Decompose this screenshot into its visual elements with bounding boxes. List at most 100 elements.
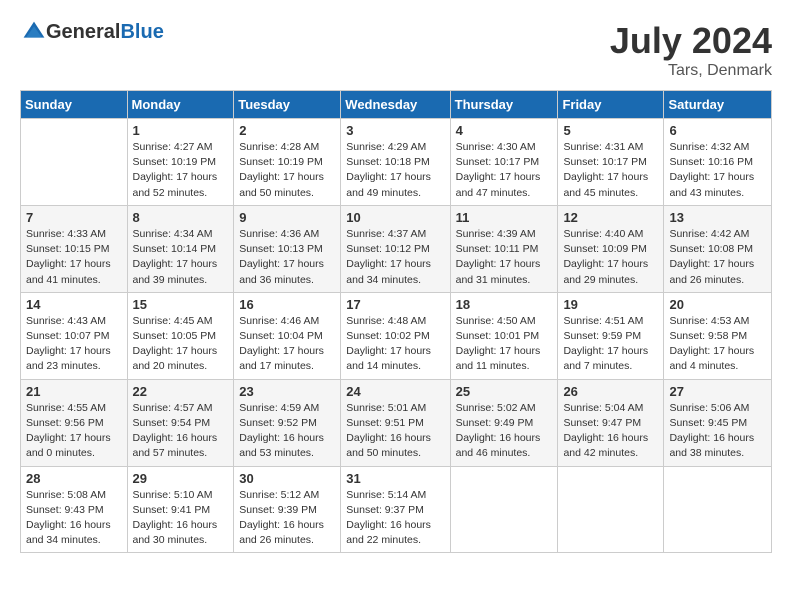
- logo-blue: Blue: [120, 21, 163, 44]
- day-of-week-header: Wednesday: [341, 91, 450, 119]
- day-number: 17: [346, 297, 444, 312]
- day-number: 5: [563, 123, 658, 138]
- day-number: 6: [669, 123, 766, 138]
- day-number: 14: [26, 297, 122, 312]
- day-number: 8: [133, 210, 229, 225]
- day-info: Sunrise: 4:42 AMSunset: 10:08 PMDaylight…: [669, 228, 754, 286]
- calendar-cell: 11 Sunrise: 4:39 AMSunset: 10:11 PMDayli…: [450, 205, 558, 292]
- day-info: Sunrise: 5:08 AMSunset: 9:43 PMDaylight:…: [26, 489, 111, 547]
- day-info: Sunrise: 4:32 AMSunset: 10:16 PMDaylight…: [669, 141, 754, 199]
- location-subtitle: Tars, Denmark: [610, 62, 772, 80]
- day-info: Sunrise: 4:53 AMSunset: 9:58 PMDaylight:…: [669, 315, 754, 373]
- calendar-cell: 19 Sunrise: 4:51 AMSunset: 9:59 PMDaylig…: [558, 292, 664, 379]
- day-number: 11: [456, 210, 553, 225]
- logo-general: General: [46, 21, 120, 44]
- day-info: Sunrise: 4:46 AMSunset: 10:04 PMDaylight…: [239, 315, 324, 373]
- page-header: GeneralBlue July 2024 Tars, Denmark: [20, 20, 772, 80]
- calendar-week-row: 1 Sunrise: 4:27 AMSunset: 10:19 PMDaylig…: [21, 119, 772, 206]
- calendar-cell: 13 Sunrise: 4:42 AMSunset: 10:08 PMDayli…: [664, 205, 772, 292]
- calendar-cell: 8 Sunrise: 4:34 AMSunset: 10:14 PMDaylig…: [127, 205, 234, 292]
- day-number: 3: [346, 123, 444, 138]
- calendar-week-row: 14 Sunrise: 4:43 AMSunset: 10:07 PMDayli…: [21, 292, 772, 379]
- calendar-cell: 20 Sunrise: 4:53 AMSunset: 9:58 PMDaylig…: [664, 292, 772, 379]
- day-of-week-header: Saturday: [664, 91, 772, 119]
- calendar-cell: 7 Sunrise: 4:33 AMSunset: 10:15 PMDaylig…: [21, 205, 128, 292]
- day-number: 30: [239, 471, 335, 486]
- calendar-week-row: 28 Sunrise: 5:08 AMSunset: 9:43 PMDaylig…: [21, 466, 772, 553]
- day-number: 7: [26, 210, 122, 225]
- day-number: 20: [669, 297, 766, 312]
- day-of-week-header: Monday: [127, 91, 234, 119]
- day-info: Sunrise: 4:51 AMSunset: 9:59 PMDaylight:…: [563, 315, 648, 373]
- day-info: Sunrise: 4:30 AMSunset: 10:17 PMDaylight…: [456, 141, 541, 199]
- calendar-cell: 6 Sunrise: 4:32 AMSunset: 10:16 PMDaylig…: [664, 119, 772, 206]
- day-of-week-header: Tuesday: [234, 91, 341, 119]
- calendar-cell: 25 Sunrise: 5:02 AMSunset: 9:49 PMDaylig…: [450, 379, 558, 466]
- logo-icon: [22, 20, 46, 44]
- day-info: Sunrise: 4:34 AMSunset: 10:14 PMDaylight…: [133, 228, 218, 286]
- calendar-cell: 15 Sunrise: 4:45 AMSunset: 10:05 PMDayli…: [127, 292, 234, 379]
- day-info: Sunrise: 4:59 AMSunset: 9:52 PMDaylight:…: [239, 402, 324, 460]
- day-info: Sunrise: 4:45 AMSunset: 10:05 PMDaylight…: [133, 315, 218, 373]
- calendar-cell: 27 Sunrise: 5:06 AMSunset: 9:45 PMDaylig…: [664, 379, 772, 466]
- day-number: 27: [669, 384, 766, 399]
- day-number: 22: [133, 384, 229, 399]
- month-year-title: July 2024: [610, 20, 772, 62]
- calendar-cell: 10 Sunrise: 4:37 AMSunset: 10:12 PMDayli…: [341, 205, 450, 292]
- day-info: Sunrise: 5:01 AMSunset: 9:51 PMDaylight:…: [346, 402, 431, 460]
- calendar-cell: 24 Sunrise: 5:01 AMSunset: 9:51 PMDaylig…: [341, 379, 450, 466]
- calendar-table: SundayMondayTuesdayWednesdayThursdayFrid…: [20, 90, 772, 553]
- day-number: 31: [346, 471, 444, 486]
- day-info: Sunrise: 4:31 AMSunset: 10:17 PMDaylight…: [563, 141, 648, 199]
- calendar-cell: [21, 119, 128, 206]
- day-of-week-header: Thursday: [450, 91, 558, 119]
- calendar-cell: 21 Sunrise: 4:55 AMSunset: 9:56 PMDaylig…: [21, 379, 128, 466]
- calendar-cell: 26 Sunrise: 5:04 AMSunset: 9:47 PMDaylig…: [558, 379, 664, 466]
- day-number: 10: [346, 210, 444, 225]
- calendar-week-row: 7 Sunrise: 4:33 AMSunset: 10:15 PMDaylig…: [21, 205, 772, 292]
- calendar-cell: 30 Sunrise: 5:12 AMSunset: 9:39 PMDaylig…: [234, 466, 341, 553]
- day-number: 21: [26, 384, 122, 399]
- day-number: 13: [669, 210, 766, 225]
- calendar-cell: 2 Sunrise: 4:28 AMSunset: 10:19 PMDaylig…: [234, 119, 341, 206]
- day-number: 28: [26, 471, 122, 486]
- day-info: Sunrise: 4:29 AMSunset: 10:18 PMDaylight…: [346, 141, 431, 199]
- day-info: Sunrise: 5:02 AMSunset: 9:49 PMDaylight:…: [456, 402, 541, 460]
- day-info: Sunrise: 4:37 AMSunset: 10:12 PMDaylight…: [346, 228, 431, 286]
- day-info: Sunrise: 4:57 AMSunset: 9:54 PMDaylight:…: [133, 402, 218, 460]
- calendar-cell: 1 Sunrise: 4:27 AMSunset: 10:19 PMDaylig…: [127, 119, 234, 206]
- day-number: 19: [563, 297, 658, 312]
- calendar-cell: [450, 466, 558, 553]
- calendar-header-row: SundayMondayTuesdayWednesdayThursdayFrid…: [21, 91, 772, 119]
- day-of-week-header: Sunday: [21, 91, 128, 119]
- calendar-cell: 29 Sunrise: 5:10 AMSunset: 9:41 PMDaylig…: [127, 466, 234, 553]
- calendar-cell: 14 Sunrise: 4:43 AMSunset: 10:07 PMDayli…: [21, 292, 128, 379]
- day-info: Sunrise: 4:48 AMSunset: 10:02 PMDaylight…: [346, 315, 431, 373]
- day-number: 1: [133, 123, 229, 138]
- calendar-cell: 28 Sunrise: 5:08 AMSunset: 9:43 PMDaylig…: [21, 466, 128, 553]
- calendar-cell: 16 Sunrise: 4:46 AMSunset: 10:04 PMDayli…: [234, 292, 341, 379]
- day-of-week-header: Friday: [558, 91, 664, 119]
- day-number: 24: [346, 384, 444, 399]
- day-info: Sunrise: 5:04 AMSunset: 9:47 PMDaylight:…: [563, 402, 648, 460]
- calendar-cell: [664, 466, 772, 553]
- day-number: 15: [133, 297, 229, 312]
- day-number: 29: [133, 471, 229, 486]
- day-info: Sunrise: 4:55 AMSunset: 9:56 PMDaylight:…: [26, 402, 111, 460]
- day-info: Sunrise: 4:40 AMSunset: 10:09 PMDaylight…: [563, 228, 648, 286]
- day-number: 4: [456, 123, 553, 138]
- logo: GeneralBlue: [20, 20, 164, 44]
- day-number: 26: [563, 384, 658, 399]
- calendar-cell: 17 Sunrise: 4:48 AMSunset: 10:02 PMDayli…: [341, 292, 450, 379]
- day-info: Sunrise: 5:10 AMSunset: 9:41 PMDaylight:…: [133, 489, 218, 547]
- day-number: 12: [563, 210, 658, 225]
- calendar-week-row: 21 Sunrise: 4:55 AMSunset: 9:56 PMDaylig…: [21, 379, 772, 466]
- calendar-cell: 5 Sunrise: 4:31 AMSunset: 10:17 PMDaylig…: [558, 119, 664, 206]
- day-number: 18: [456, 297, 553, 312]
- day-info: Sunrise: 4:50 AMSunset: 10:01 PMDaylight…: [456, 315, 541, 373]
- day-number: 23: [239, 384, 335, 399]
- day-info: Sunrise: 4:39 AMSunset: 10:11 PMDaylight…: [456, 228, 541, 286]
- calendar-cell: 12 Sunrise: 4:40 AMSunset: 10:09 PMDayli…: [558, 205, 664, 292]
- calendar-cell: 18 Sunrise: 4:50 AMSunset: 10:01 PMDayli…: [450, 292, 558, 379]
- day-info: Sunrise: 5:14 AMSunset: 9:37 PMDaylight:…: [346, 489, 431, 547]
